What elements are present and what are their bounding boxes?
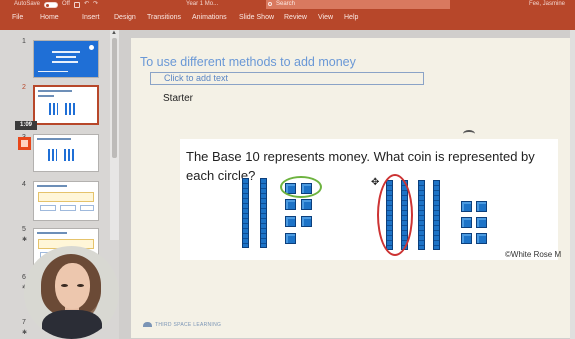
footer-brand-text: THIRD SPACE LEARNING (155, 322, 222, 328)
base10-unit-cube (301, 216, 312, 227)
base10-unit-cube (285, 199, 296, 210)
thumbnail-cell (40, 205, 56, 211)
base10-unit-cube (476, 233, 487, 244)
base10-unit-cube (461, 217, 472, 228)
copyright-text: ©White Rose M (505, 250, 562, 259)
base10-unit-cube (476, 217, 487, 228)
base10-unit-cube (476, 201, 487, 212)
slide-number-7: 7 (22, 319, 26, 326)
thumbnail-table (38, 192, 94, 202)
thumbnail-cell (80, 205, 94, 211)
slide-thumbnail-1[interactable] (33, 40, 99, 78)
base10-unit-cube (301, 199, 312, 210)
slide-number-4: 4 (22, 181, 26, 188)
slide-thumbnail-2[interactable] (33, 85, 99, 125)
powerpoint-window: AutoSave Off ↶ ↷ Year 1 Mo... Search Fee… (0, 0, 575, 339)
ribbon-tabs: File Home Insert Design Transitions Anim… (0, 9, 575, 30)
undo-icon[interactable]: ↶ (84, 0, 89, 9)
editor-scrollbar[interactable] (570, 30, 575, 339)
slide-thumbnail-4[interactable] (33, 181, 99, 221)
search-box[interactable]: Search (266, 0, 450, 9)
user-name[interactable]: Fee, Jasmine (529, 0, 565, 9)
base10-unit-cube (285, 216, 296, 227)
tab-design[interactable]: Design (114, 14, 136, 21)
tab-animations[interactable]: Animations (192, 14, 227, 21)
webcam-body (42, 310, 102, 339)
document-title: Year 1 Mo... (186, 1, 219, 7)
thumbnail-blocks (65, 103, 76, 115)
thumbnails-scrollbar[interactable]: ▲ (110, 30, 119, 240)
tab-slide-show[interactable]: Slide Show (239, 14, 274, 21)
webcam-eye (77, 284, 84, 287)
animation-star-icon: ✱ (22, 237, 28, 243)
tab-file[interactable]: File (12, 14, 23, 21)
thumbnail-text-line (52, 51, 80, 53)
tab-home[interactable]: Home (40, 14, 59, 21)
presenter-webcam (24, 246, 119, 339)
redo-icon[interactable]: ↷ (93, 0, 98, 9)
thumbnail-text-line (37, 232, 67, 234)
thumbnail-cell (60, 205, 76, 211)
slide-number-2: 2 (22, 84, 26, 91)
recording-timer: 1:09 (15, 121, 37, 130)
click-to-add-text-placeholder[interactable]: Click to add text (150, 72, 424, 85)
title-bar: AutoSave Off ↶ ↷ Year 1 Mo... Search Fee… (0, 0, 575, 9)
green-circle-annotation (280, 176, 322, 198)
base10-ten-rod (433, 180, 440, 250)
base10-unit-cube (461, 233, 472, 244)
base10-ten-rod (260, 178, 267, 248)
thumbnail-logo-icon (89, 45, 94, 50)
thumbnail-text-line (37, 138, 71, 140)
thumbnail-text-line (38, 71, 68, 72)
base10-unit-cube (285, 233, 296, 244)
tab-view[interactable]: View (318, 14, 333, 21)
thumbnail-blocks (48, 149, 57, 161)
logo-icon (143, 322, 152, 328)
tab-help[interactable]: Help (344, 14, 358, 21)
tab-insert[interactable]: Insert (82, 14, 100, 21)
third-space-learning-logo: THIRD SPACE LEARNING (143, 322, 221, 328)
thumbnail-text-line (37, 185, 67, 187)
autosave-label: AutoSave (14, 1, 41, 7)
tab-review[interactable]: Review (284, 14, 307, 21)
save-icon[interactable] (73, 1, 80, 8)
thumbnail-text-line (38, 90, 72, 92)
thumbnail-text-line (38, 95, 54, 97)
slide-number-5: 5 (22, 226, 26, 233)
rotate-handle-icon[interactable] (463, 130, 475, 138)
scroll-up-icon[interactable]: ▲ (111, 30, 117, 36)
starter-label[interactable]: Starter (163, 93, 193, 104)
thumbnail-blocks (64, 149, 75, 161)
red-circle-annotation (377, 174, 413, 256)
move-cursor-icon: ✥ (371, 177, 380, 188)
thumbnail-text-line (56, 56, 76, 58)
quick-access-toolbar: AutoSave Off ↶ ↷ (14, 0, 98, 9)
search-placeholder: Search (276, 1, 296, 7)
base10-ten-rod (418, 180, 425, 250)
slide-number-1: 1 (22, 38, 26, 45)
base10-ten-rod (242, 178, 249, 248)
scrollbar-thumb[interactable] (112, 38, 117, 158)
webcam-eye (61, 284, 68, 287)
slide-thumbnail-3[interactable] (33, 134, 99, 172)
stop-recording-button[interactable] (18, 137, 31, 150)
thumbnail-text-line (52, 61, 78, 63)
autosave-state: Off (62, 1, 70, 7)
tab-transitions[interactable]: Transitions (147, 14, 181, 21)
slide-title[interactable]: To use different methods to add money (140, 55, 356, 69)
search-icon (268, 2, 272, 6)
base10-unit-cube (461, 201, 472, 212)
animation-star-icon: ✱ (22, 330, 28, 336)
autosave-toggle[interactable] (44, 2, 59, 8)
thumbnail-blocks (49, 103, 58, 115)
